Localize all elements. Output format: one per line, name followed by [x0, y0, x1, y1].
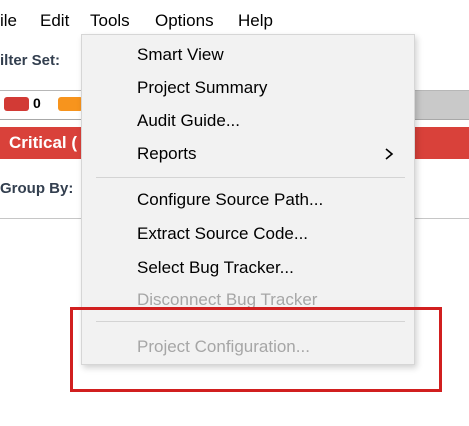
menu-separator [96, 321, 405, 322]
high-swatch-icon [58, 97, 83, 111]
critical-tab-label: Critical ( [9, 133, 78, 152]
menu-item-audit-guide[interactable]: Audit Guide... [82, 106, 414, 136]
menu-item-label: Select Bug Tracker... [137, 258, 294, 277]
menu-edit[interactable]: Edit [40, 11, 69, 31]
menu-bar: ile Edit Tools Options Help [0, 0, 469, 38]
menu-item-label: Audit Guide... [137, 111, 241, 130]
menu-item-disconnect-bug-tracker: Disconnect Bug Tracker [82, 285, 414, 315]
critical-count: 0 [33, 95, 41, 111]
filter-set-label: ilter Set: [0, 52, 61, 69]
menu-item-label: Project Configuration... [137, 337, 310, 356]
menu-help[interactable]: Help [238, 11, 273, 31]
count-tab[interactable]: 0 [0, 91, 85, 119]
menu-file[interactable]: ile [0, 11, 17, 31]
menu-item-label: Project Summary [137, 78, 268, 97]
menu-options[interactable]: Options [155, 11, 214, 31]
menu-item-reports[interactable]: Reports [82, 139, 414, 169]
menu-item-smart-view[interactable]: Smart View [82, 40, 414, 70]
chevron-right-icon [385, 148, 394, 160]
menu-tools[interactable]: Tools [90, 5, 130, 34]
menu-item-project-summary[interactable]: Project Summary [82, 73, 414, 103]
menu-separator [96, 177, 405, 178]
menu-item-label: Reports [137, 144, 197, 163]
menu-item-label: Configure Source Path... [137, 190, 324, 209]
app-window: ile Edit Tools Options Help ilter Set: 0… [0, 0, 469, 426]
critical-swatch-icon [4, 97, 29, 111]
group-by-label: Group By: [0, 180, 74, 197]
menu-item-select-bug-tracker[interactable]: Select Bug Tracker... [82, 253, 414, 283]
menu-item-configure-source-path[interactable]: Configure Source Path... [82, 185, 414, 215]
menu-item-label: Extract Source Code... [137, 224, 309, 243]
menu-item-extract-source-code[interactable]: Extract Source Code... [82, 219, 414, 249]
menu-item-project-configuration: Project Configuration... [82, 332, 414, 362]
tools-dropdown-menu: Smart View Project Summary Audit Guide..… [81, 34, 415, 365]
menu-item-label: Smart View [137, 45, 224, 64]
menu-item-label: Disconnect Bug Tracker [137, 290, 318, 309]
